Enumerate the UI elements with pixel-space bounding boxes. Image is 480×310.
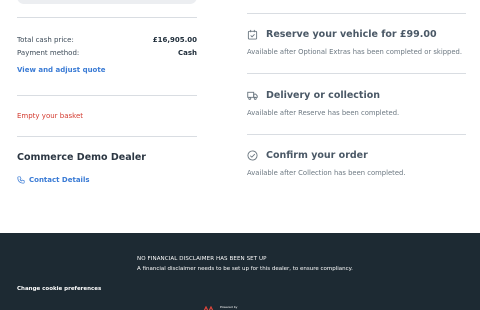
summary-header-box (17, 0, 197, 4)
delivery-truck-icon (247, 91, 258, 100)
step-description: Available after Reserve has been complet… (247, 109, 400, 117)
contact-details-link[interactable]: Contact Details (17, 176, 90, 184)
dealer-name: Commerce Demo Dealer (17, 152, 146, 163)
divider (247, 134, 466, 135)
step-title: Delivery or collection (266, 90, 381, 101)
step-title: Confirm your order (266, 150, 368, 161)
step-description: Available after Optional Extras has been… (247, 48, 463, 56)
phone-icon (17, 176, 25, 184)
row-value: Cash (177, 49, 197, 57)
divider (17, 95, 197, 96)
step-description: Available after Collection has been comp… (247, 169, 406, 177)
row-label: Payment method: (17, 49, 80, 57)
divider (17, 136, 197, 137)
change-cookie-preferences-link[interactable]: Change cookie preferences (17, 286, 101, 292)
step-confirm: Confirm your order Available after Colle… (247, 150, 467, 177)
powered-by-label: Powered by (220, 305, 238, 309)
divider (247, 73, 466, 74)
row-label: Total cash price: (17, 36, 74, 44)
disclaimer-text: A financial disclaimer needs to be set u… (137, 266, 353, 272)
brand-logo-icon (203, 306, 214, 310)
check-circle-icon (247, 150, 258, 161)
step-reserve: Reserve your vehicle for £99.00 Availabl… (247, 29, 467, 56)
view-adjust-quote-link[interactable]: View and adjust quote (17, 66, 105, 74)
total-cash-price-row: Total cash price: £16,905.00 (17, 36, 197, 44)
step-title: Reserve your vehicle for £99.00 (266, 29, 437, 40)
step-delivery: Delivery or collection Available after R… (247, 90, 467, 117)
disclaimer-title: NO FINANCIAL DISCLAIMER HAS BEEN SET UP (137, 256, 267, 262)
site-footer: NO FINANCIAL DISCLAIMER HAS BEEN SET UP … (0, 233, 480, 310)
divider (247, 13, 466, 14)
row-value: £16,905.00 (152, 36, 197, 44)
payment-method-row: Payment method: Cash (17, 49, 197, 57)
empty-basket-link[interactable]: Empty your basket (17, 112, 83, 120)
divider (17, 17, 197, 18)
calendar-check-icon (247, 29, 258, 40)
contact-details-label: Contact Details (29, 176, 90, 184)
